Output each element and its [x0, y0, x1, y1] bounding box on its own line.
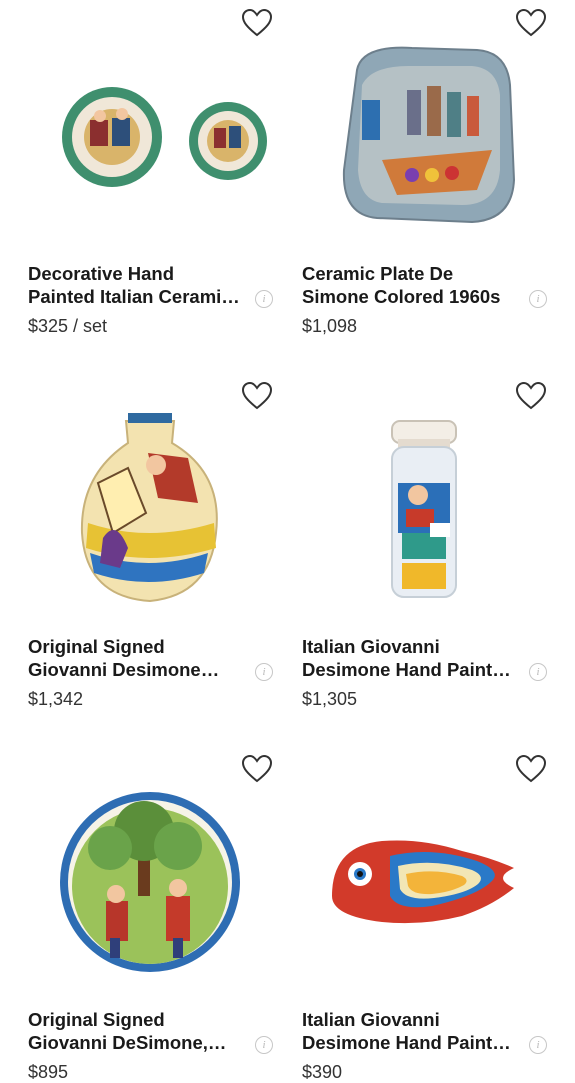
listing-price: $1,305 [302, 689, 358, 709]
listing-image-area[interactable] [28, 373, 273, 613]
listing-card[interactable]: Original Signed Giovanni DeSimone, Plate… [28, 746, 288, 1083]
info-icon[interactable]: i [255, 290, 273, 308]
listing-price: $1,098 [302, 316, 358, 336]
favorite-heart-icon[interactable] [515, 754, 547, 784]
favorite-heart-icon[interactable] [515, 8, 547, 38]
listing-image[interactable] [28, 0, 273, 240]
listing-card[interactable]: Decorative Hand Painted Italian Ceramic … [28, 0, 288, 337]
listing-title[interactable]: Original Signed Giovanni DeSimone, Plate [28, 1008, 243, 1054]
listing-image[interactable] [28, 373, 273, 613]
favorite-heart-icon[interactable] [241, 754, 273, 784]
listing-image-area[interactable] [28, 746, 273, 986]
listing-image-area[interactable] [302, 373, 547, 613]
listing-image-area[interactable] [302, 746, 547, 986]
listing-image[interactable] [302, 373, 547, 613]
listing-title[interactable]: Italian Giovanni Desimone Hand Painted V… [302, 635, 517, 681]
info-icon[interactable]: i [529, 663, 547, 681]
listing-title[interactable]: Decorative Hand Painted Italian Ceramic … [28, 262, 243, 308]
listing-card[interactable]: Original Signed Giovanni Desimone Vase i… [28, 373, 288, 710]
info-icon[interactable]: i [529, 1036, 547, 1054]
favorite-heart-icon[interactable] [241, 381, 273, 411]
listing-image[interactable] [302, 746, 547, 986]
listing-grid: Decorative Hand Painted Italian Ceramic … [0, 0, 575, 1083]
listing-title[interactable]: Original Signed Giovanni Desimone Vase [28, 635, 243, 681]
listing-price: $325 / set [28, 316, 108, 336]
listing-image-area[interactable] [302, 0, 547, 240]
favorite-heart-icon[interactable] [515, 381, 547, 411]
listing-card[interactable]: Italian Giovanni Desimone Hand Painted F… [302, 746, 562, 1083]
listing-image[interactable] [28, 746, 273, 986]
listing-image[interactable] [302, 0, 547, 240]
listing-card[interactable]: Italian Giovanni Desimone Hand Painted V… [302, 373, 562, 710]
listing-title[interactable]: Italian Giovanni Desimone Hand Painted F… [302, 1008, 517, 1054]
info-icon[interactable]: i [255, 1036, 273, 1054]
listing-card[interactable]: Ceramic Plate De Simone Colored 1960s i … [302, 0, 562, 337]
favorite-heart-icon[interactable] [241, 8, 273, 38]
listing-title[interactable]: Ceramic Plate De Simone Colored 1960s [302, 262, 517, 308]
info-icon[interactable]: i [255, 663, 273, 681]
info-icon[interactable]: i [529, 290, 547, 308]
listing-price: $1,342 [28, 689, 84, 709]
listing-image-area[interactable] [28, 0, 273, 240]
